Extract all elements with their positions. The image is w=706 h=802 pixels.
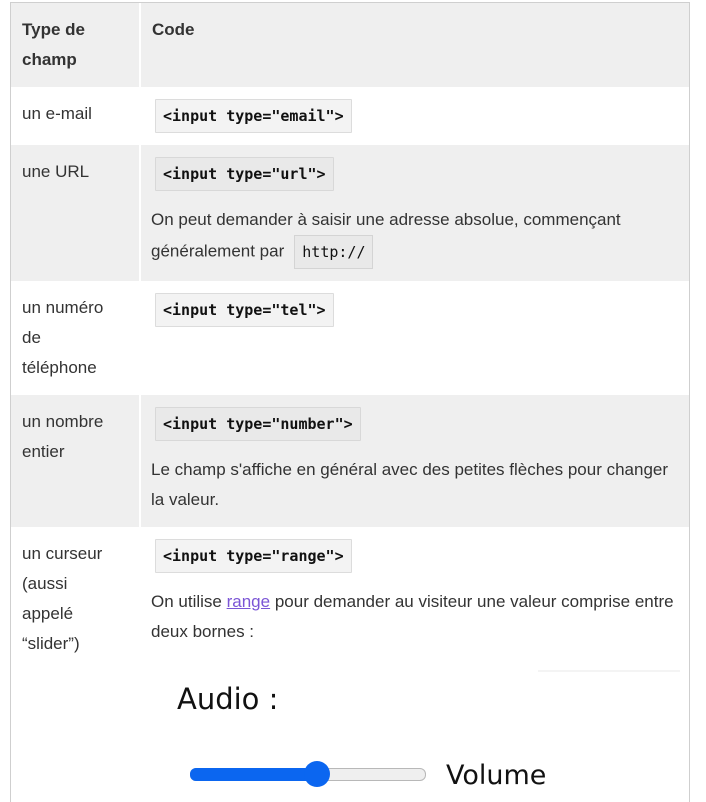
table-row: un e-mail <input type="email"> (11, 87, 689, 145)
row-type-label: un nombre entier (22, 412, 104, 461)
row-description: On utilise range pour demander au visite… (151, 592, 674, 641)
header-type: Type de champ (11, 3, 141, 87)
table-header-row: Type de champ Code (11, 3, 689, 87)
inline-code: http:// (294, 235, 374, 269)
table-row: un nombre entier <input type="number"> L… (11, 395, 689, 527)
row-type-label: un e-mail (22, 104, 92, 123)
row-description: On peut demander à saisir une adresse ab… (151, 205, 675, 269)
code-snippet: <input type="number"> (155, 407, 361, 441)
code-snippet: <input type="email"> (155, 99, 352, 133)
slider-fill (190, 768, 317, 781)
table-row: un curseur (aussi appelé “slider”) <inpu… (11, 527, 689, 671)
row-type-label: un curseur (aussi appelé “slider”) (22, 544, 103, 653)
range-demo: Audio : Volume (12, 660, 688, 800)
table-row: une URL <input type="url"> On peut deman… (11, 145, 689, 281)
code-snippet: <input type="url"> (155, 157, 334, 191)
demo-title: Audio : (177, 682, 279, 716)
slider-label: Volume (446, 760, 547, 791)
table-row: un numéro de téléphone <input type="tel"… (11, 281, 689, 395)
range-link[interactable]: range (227, 592, 270, 611)
volume-slider[interactable] (190, 761, 426, 787)
row-description: Le champ s'affiche en général avec des p… (151, 460, 669, 509)
divider (538, 670, 680, 672)
code-snippet: <input type="tel"> (155, 293, 334, 327)
slider-thumb[interactable] (304, 761, 330, 787)
row-type-label: un numéro de téléphone (22, 298, 104, 377)
header-code: Code (152, 20, 195, 39)
code-snippet: <input type="range"> (155, 539, 352, 573)
row-type-label: une URL (22, 162, 90, 181)
input-types-table: Type de champ Code un e-mail <input type… (11, 3, 689, 671)
